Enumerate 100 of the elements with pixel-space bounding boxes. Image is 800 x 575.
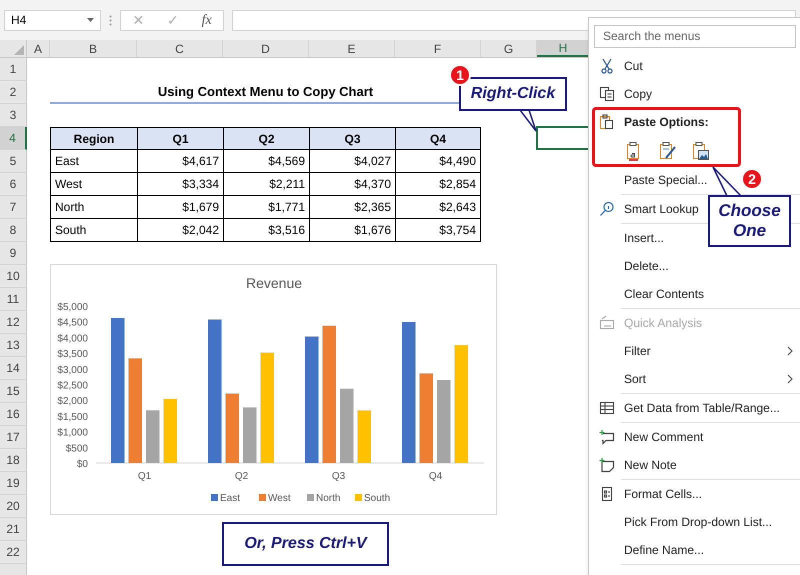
menu-item[interactable]: New Note (624, 456, 677, 474)
table-cell: $2,643 (395, 196, 481, 219)
axis-label: Q2 (234, 471, 248, 482)
row-header[interactable]: 21 (0, 518, 27, 541)
callout-pointer (712, 166, 742, 197)
note-icon (599, 457, 615, 473)
menu-item[interactable]: Filter (624, 342, 651, 360)
axis-label: $1,000 (57, 428, 88, 439)
row-header[interactable]: 1 (0, 58, 27, 81)
copy-icon (599, 86, 615, 102)
table-cell: $4,027 (309, 150, 395, 173)
bar (243, 407, 256, 463)
table-cell: $2,042 (137, 219, 223, 242)
table-header-cell: Region (50, 127, 137, 150)
callout: Or, Press Ctrl+V (222, 522, 389, 566)
number-badge: 1 (449, 64, 471, 86)
chart-title: Revenue (246, 275, 302, 291)
axis-label: Q4 (428, 471, 442, 482)
row-header[interactable]: 5 (0, 150, 27, 173)
row-header[interactable]: 7 (0, 196, 27, 219)
bar (146, 410, 160, 463)
table-cell: $3,754 (395, 219, 481, 242)
axis-label: Q1 (138, 471, 152, 482)
row-header[interactable]: 14 (0, 357, 27, 380)
menu-item[interactable]: Format Cells... (624, 485, 702, 503)
column-header[interactable]: F (395, 40, 481, 57)
bar (164, 398, 177, 463)
legend-label: South (364, 493, 390, 504)
row-header[interactable]: 4 (0, 127, 27, 150)
axis-label: $4,000 (57, 333, 88, 344)
menu-item[interactable]: Cut (624, 57, 643, 75)
grip-icon (109, 14, 112, 26)
table-cell: South (50, 219, 137, 242)
menu-item[interactable]: Insert... (624, 229, 664, 247)
row-header[interactable]: 3 (0, 104, 27, 127)
magnifier-icon (599, 201, 615, 217)
row-header[interactable]: 19 (0, 472, 27, 495)
row-header[interactable]: 12 (0, 311, 27, 334)
row-header[interactable]: 17 (0, 426, 27, 449)
row-header[interactable]: 2 (0, 81, 27, 104)
table-header-cell: Q3 (309, 127, 395, 150)
table-cell: $4,490 (395, 150, 481, 173)
table-cell: $4,569 (223, 150, 309, 173)
table-header-cell: Q1 (137, 127, 223, 150)
legend-label: North (316, 493, 340, 504)
menu-item[interactable]: Pick From Drop-down List... (624, 513, 772, 531)
column-header[interactable]: H (537, 40, 590, 57)
menu-item[interactable]: Delete... (624, 257, 669, 275)
table-cell: $1,771 (223, 196, 309, 219)
bar (226, 394, 239, 463)
table-cell: $2,211 (223, 173, 309, 196)
row-header[interactable]: 13 (0, 334, 27, 357)
row-header[interactable]: 22 (0, 541, 27, 564)
table-cell: $3,516 (223, 219, 309, 242)
row-header[interactable]: 18 (0, 449, 27, 472)
column-header[interactable]: A (27, 40, 50, 57)
axis-label: $5,000 (57, 302, 88, 313)
table-cell: West (50, 173, 137, 196)
menu-item[interactable]: Sort (624, 370, 646, 388)
column-header[interactable]: D (223, 40, 309, 57)
name-box[interactable]: H4 (4, 10, 101, 30)
row-header[interactable]: 11 (0, 288, 27, 311)
row-header[interactable]: 8 (0, 219, 27, 242)
table-cell: $2,365 (309, 196, 395, 219)
callout-pointer (519, 110, 537, 132)
menu-item[interactable]: Define Name... (624, 541, 704, 559)
column-header[interactable]: B (50, 40, 137, 57)
axis-label: $1,500 (57, 412, 88, 423)
row-header[interactable]: 20 (0, 495, 27, 518)
table-header-cell: Q4 (395, 127, 481, 150)
menu-item[interactable]: Paste Special... (624, 171, 708, 189)
menu-item[interactable]: Copy (624, 85, 652, 103)
format-cells-icon (599, 486, 615, 502)
menu-item[interactable]: Smart Lookup (624, 200, 699, 218)
column-header[interactable]: C (137, 40, 223, 57)
search-field[interactable]: Search the menus (594, 24, 796, 48)
table-header-cell: Q2 (223, 127, 309, 150)
row-header[interactable]: 9 (0, 242, 27, 265)
row-header[interactable]: 15 (0, 380, 27, 403)
insert-function-button[interactable]: fx (202, 10, 212, 30)
row-header[interactable]: 10 (0, 265, 27, 288)
axis-label: $500 (66, 443, 88, 454)
table-cell: $4,617 (137, 150, 223, 173)
menu-item[interactable]: Clear Contents (624, 285, 704, 303)
axis-label: $4,500 (57, 318, 88, 329)
paste-options-label: Paste Options: (624, 114, 709, 131)
table-cell: East (50, 150, 137, 173)
row-header[interactable]: 16 (0, 403, 27, 426)
row-header[interactable]: 6 (0, 173, 27, 196)
menu-item[interactable]: Get Data from Table/Range... (624, 399, 780, 417)
table-cell: $1,676 (309, 219, 395, 242)
table-cell: $2,854 (395, 173, 481, 196)
column-header[interactable]: E (309, 40, 395, 57)
table-icon (599, 400, 615, 416)
bar (358, 410, 371, 463)
axis-label: $2,000 (57, 396, 88, 408)
axis-label: $0 (76, 459, 88, 470)
table-cell: North (50, 196, 137, 219)
menu-item[interactable]: New Comment (624, 428, 704, 446)
table-cell: $4,370 (309, 173, 395, 196)
